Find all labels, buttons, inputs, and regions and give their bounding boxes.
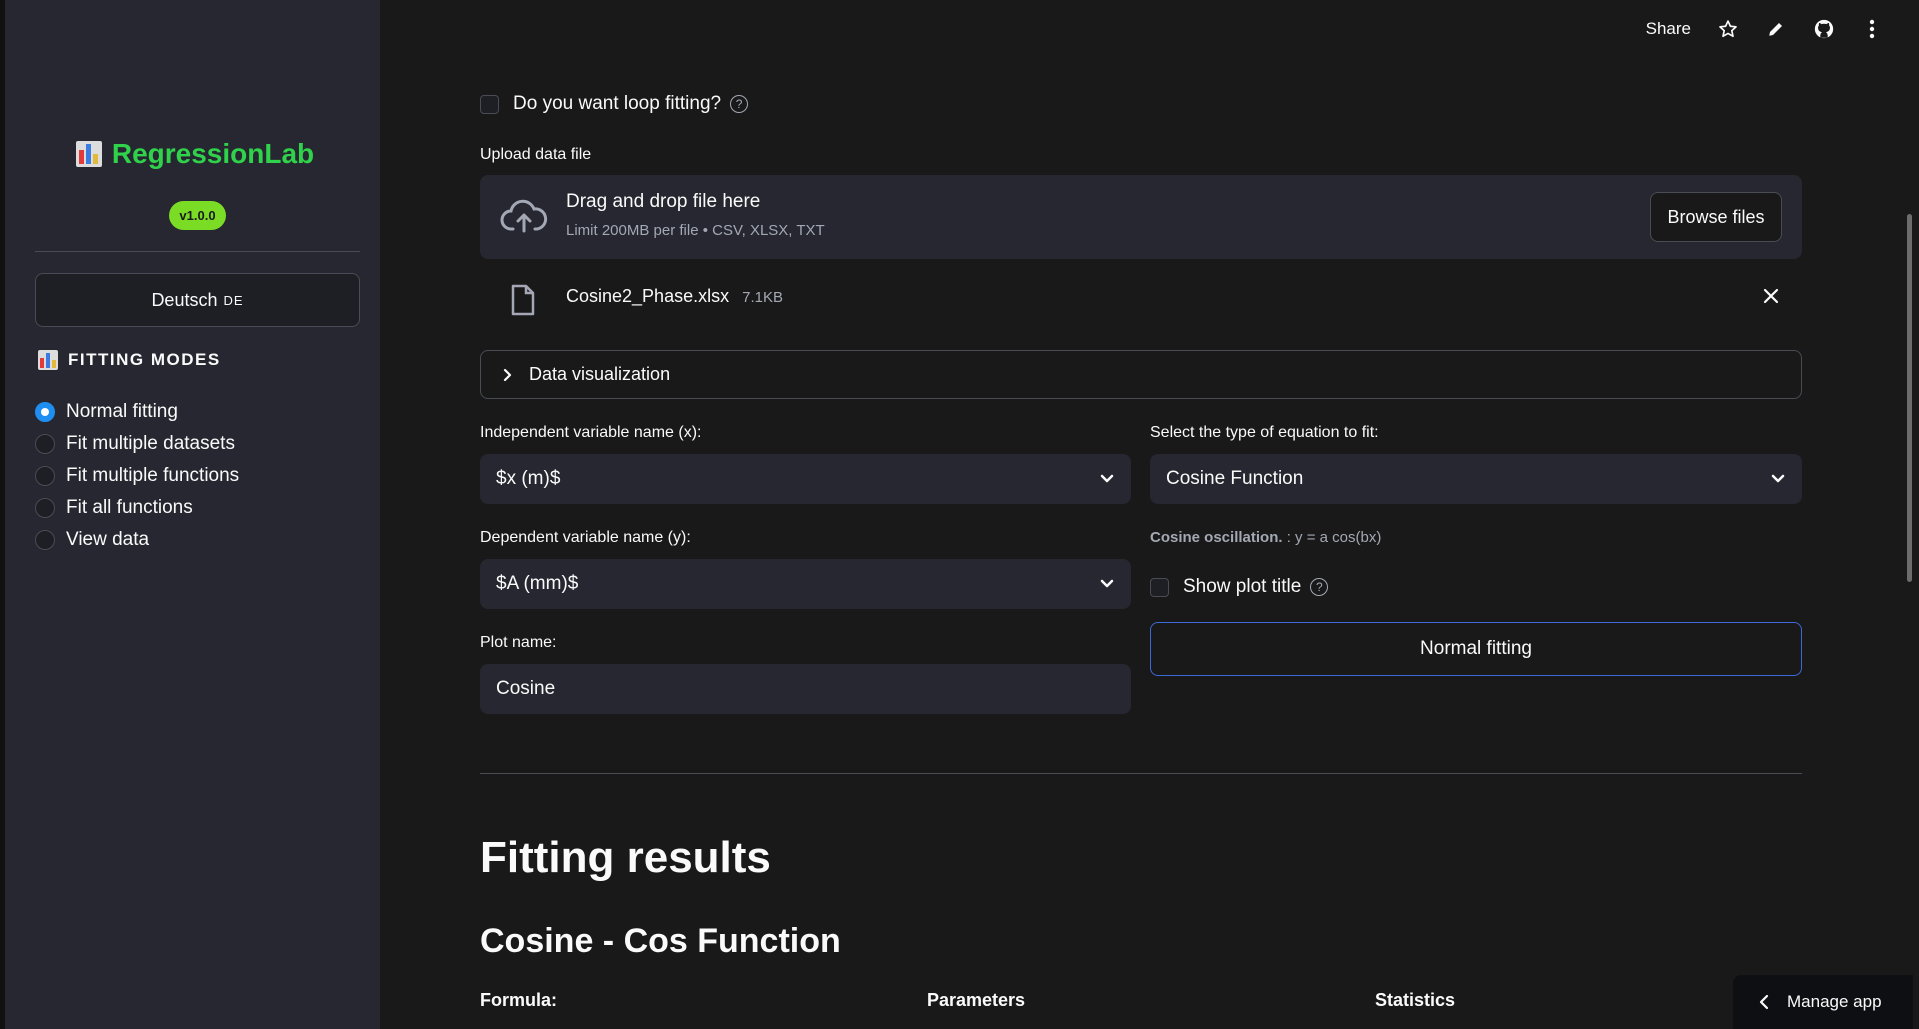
share-button[interactable]: Share xyxy=(1646,19,1691,39)
equation-caption: Cosine oscillation. : y = a cos(bx) xyxy=(1150,529,1381,546)
top-toolbar: Share xyxy=(1646,18,1883,40)
chevron-down-icon xyxy=(1099,469,1115,495)
file-size: 7.1KB xyxy=(742,289,783,306)
equation-caption-title: Cosine oscillation. xyxy=(1150,529,1283,546)
file-icon xyxy=(510,284,536,321)
x-variable-value: $x (m)$ xyxy=(496,468,561,489)
star-icon[interactable] xyxy=(1717,18,1739,40)
language-button-label: Deutsch xyxy=(151,289,218,310)
language-code: DE xyxy=(223,292,244,308)
language-button[interactable]: Deutsch DE xyxy=(35,273,360,327)
equation-type-select[interactable]: Cosine Function xyxy=(1150,454,1802,504)
y-variable-select[interactable]: $A (mm)$ xyxy=(480,559,1131,609)
more-vertical-icon[interactable] xyxy=(1861,18,1883,40)
bar-chart-icon xyxy=(75,141,102,167)
manage-app-button[interactable]: Manage app xyxy=(1733,975,1913,1029)
show-plot-title-row[interactable]: Show plot title ? xyxy=(1150,576,1329,598)
manage-app-label: Manage app xyxy=(1787,992,1882,1011)
plot-name-label: Plot name: xyxy=(480,634,557,651)
fitting-modes-label: FITTING MODES xyxy=(68,350,221,369)
version-badge: v1.0.0 xyxy=(169,201,226,230)
page-scrollbar[interactable] xyxy=(1907,214,1912,582)
plot-name-input[interactable]: Cosine xyxy=(480,664,1131,714)
chevron-down-icon xyxy=(1770,469,1786,495)
y-variable-value: $A (mm)$ xyxy=(496,573,579,594)
result-subtitle: Cosine - Cos Function xyxy=(480,922,841,960)
radio-unselected-icon[interactable] xyxy=(35,466,55,486)
chevron-right-icon xyxy=(503,368,513,382)
radio-normal-fitting[interactable]: Normal fitting xyxy=(35,396,239,428)
edit-pencil-icon[interactable] xyxy=(1765,18,1787,40)
fitting-modes-radio-group: Normal fitting Fit multiple datasets Fit… xyxy=(35,396,239,556)
radio-unselected-icon[interactable] xyxy=(35,530,55,550)
radio-unselected-icon[interactable] xyxy=(35,498,55,518)
chevron-down-icon xyxy=(1099,574,1115,600)
equation-type-label: Select the type of equation to fit: xyxy=(1150,424,1379,441)
radio-label: Fit multiple functions xyxy=(66,465,240,486)
help-icon[interactable]: ? xyxy=(730,95,749,113)
sidebar-divider xyxy=(35,251,360,252)
upload-label: Upload data file xyxy=(480,146,592,163)
section-divider xyxy=(480,773,1802,774)
remove-file-close-icon[interactable] xyxy=(1762,287,1780,310)
show-plot-title-label: Show plot title xyxy=(1183,576,1302,597)
chevron-left-icon xyxy=(1759,994,1769,1010)
normal-fitting-button[interactable]: Normal fitting xyxy=(1150,622,1802,676)
file-name: Cosine2_Phase.xlsx xyxy=(566,286,730,306)
show-plot-title-checkbox[interactable] xyxy=(1150,577,1169,597)
radio-fit-multiple-datasets[interactable]: Fit multiple datasets xyxy=(35,428,239,460)
dropzone-limits: Limit 200MB per file • CSV, XLSX, TXT xyxy=(566,222,825,239)
loop-fitting-label: Do you want loop fitting? xyxy=(513,93,722,114)
equation-caption-formula: : y = a cos(bx) xyxy=(1282,529,1382,546)
radio-view-data[interactable]: View data xyxy=(35,524,239,556)
github-icon[interactable] xyxy=(1813,18,1835,40)
uploaded-file-row: Cosine2_Phase.xlsx 7.1KB xyxy=(480,280,1802,316)
radio-unselected-icon[interactable] xyxy=(35,434,55,454)
file-name-wrapper: Cosine2_Phase.xlsx 7.1KB xyxy=(566,286,783,307)
brand: RegressionLab xyxy=(5,138,385,170)
sidebar: RegressionLab v1.0.0 Deutsch DE FITTING … xyxy=(0,0,380,1029)
x-variable-label: Independent variable name (x): xyxy=(480,424,702,441)
fitting-modes-title: FITTING MODES xyxy=(38,350,221,370)
radio-label: Normal fitting xyxy=(66,401,178,422)
expander-label: Data visualization xyxy=(529,364,671,384)
radio-fit-multiple-functions[interactable]: Fit multiple functions xyxy=(35,460,239,492)
y-variable-label: Dependent variable name (y): xyxy=(480,529,691,546)
equation-type-value: Cosine Function xyxy=(1166,468,1304,489)
formula-heading: Formula: xyxy=(480,990,558,1010)
statistics-heading: Statistics xyxy=(1375,990,1456,1010)
radio-label: Fit multiple datasets xyxy=(66,433,235,454)
results-title: Fitting results xyxy=(480,833,771,882)
radio-selected-icon[interactable] xyxy=(35,402,55,422)
brand-name: RegressionLab xyxy=(111,138,315,169)
help-icon[interactable]: ? xyxy=(1310,578,1329,596)
data-visualization-expander[interactable]: Data visualization xyxy=(480,350,1802,399)
radio-label: Fit all functions xyxy=(66,497,193,518)
radio-fit-all-functions[interactable]: Fit all functions xyxy=(35,492,239,524)
x-variable-select[interactable]: $x (m)$ xyxy=(480,454,1131,504)
loop-fitting-checkbox-row[interactable]: Do you want loop fitting? ? xyxy=(480,93,749,115)
radio-label: View data xyxy=(66,529,150,550)
cloud-upload-icon xyxy=(500,197,548,240)
loop-fitting-checkbox[interactable] xyxy=(480,94,499,114)
dropzone-title: Drag and drop file here xyxy=(566,191,761,212)
file-dropzone[interactable]: Drag and drop file here Limit 200MB per … xyxy=(480,175,1802,259)
bar-chart-icon xyxy=(38,350,58,370)
parameters-heading: Parameters xyxy=(927,990,1026,1010)
plot-name-value: Cosine xyxy=(496,678,556,699)
browse-files-button[interactable]: Browse files xyxy=(1650,192,1782,242)
